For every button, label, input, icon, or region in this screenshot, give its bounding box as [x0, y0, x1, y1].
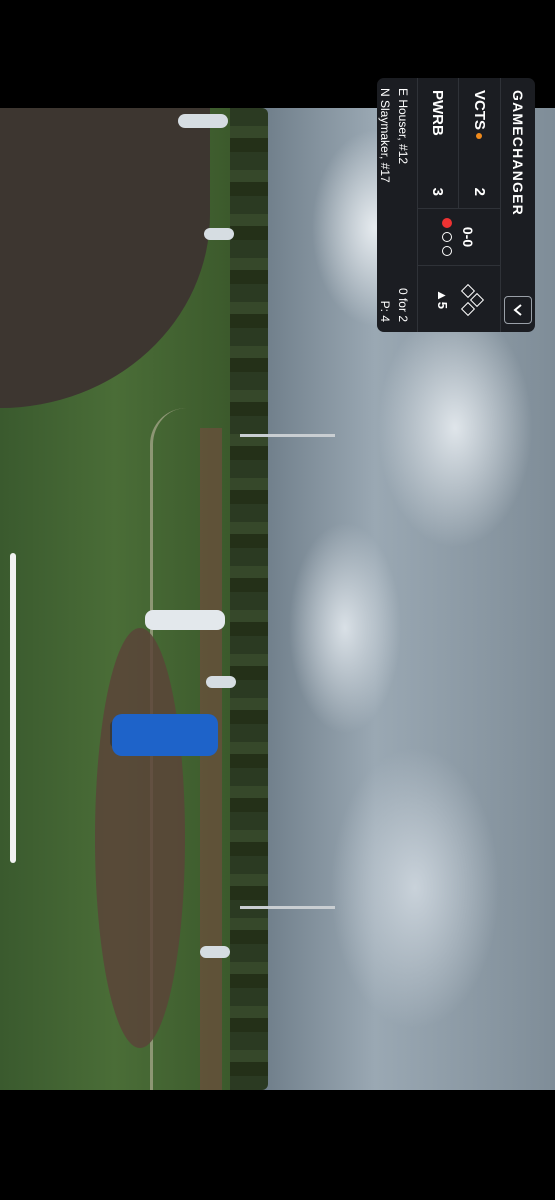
out-dot — [442, 232, 452, 242]
light-pole — [240, 434, 335, 437]
scoreboard-body: VCTS 2 PWRB 3 0-0 ▲5 — [417, 78, 500, 332]
batter-name: E Houser, #12 — [396, 88, 411, 165]
home-plate-area — [95, 628, 185, 1048]
pitch-count: P: 4 — [378, 300, 393, 322]
second-base — [470, 292, 485, 308]
team-score: 3 — [429, 187, 446, 196]
bases-column: ▲5 — [418, 266, 500, 332]
inning-indicator: ▲5 — [435, 288, 451, 310]
pitcher-row: N Slaymaker, #17 P: 4 — [379, 88, 393, 322]
outs-indicator — [442, 218, 452, 256]
treeline — [228, 108, 268, 1090]
team-score: 2 — [471, 187, 488, 196]
out-dot — [442, 218, 452, 228]
out-dot — [442, 246, 452, 256]
baseball-field — [0, 108, 230, 1090]
chevron-down-icon — [513, 304, 522, 316]
expand-button[interactable] — [504, 296, 532, 324]
bases-diamond-icon — [457, 283, 485, 317]
player — [206, 676, 236, 688]
video-scrub-bar[interactable] — [10, 553, 16, 863]
scoreboard-overlay: GAMECHANGER VCTS 2 PWRB 3 0-0 ▲5 E House… — [372, 78, 535, 332]
umpire — [112, 714, 218, 756]
batting-indicator-icon — [475, 133, 482, 140]
brand-title: GAMECHANGER — [510, 90, 526, 216]
team-abbr: PWRB — [429, 90, 446, 136]
scoreboard-header: GAMECHANGER — [500, 78, 535, 332]
player — [204, 228, 234, 240]
scoreboard-footer: E Houser, #12 0 for 2 N Slaymaker, #17 P… — [372, 78, 418, 332]
batter-row: E Houser, #12 0 for 2 — [397, 88, 411, 322]
player — [178, 114, 228, 128]
team-abbr: VCTS — [471, 90, 488, 131]
outfield-dirt — [0, 108, 210, 408]
batter-stat: 0 for 2 — [396, 287, 411, 322]
light-pole — [240, 906, 335, 909]
team-scores: VCTS 2 PWRB 3 — [417, 78, 500, 209]
team-row-home: PWRB 3 — [417, 78, 459, 208]
batter — [145, 610, 225, 630]
team-row-away: VCTS 2 — [459, 78, 500, 208]
scoreboard-panel: GAMECHANGER VCTS 2 PWRB 3 0-0 ▲5 E House… — [372, 78, 535, 332]
pitcher-name: N Slaymaker, #17 — [378, 88, 393, 183]
ball-strike-count: 0-0 — [460, 226, 476, 248]
bottom-letterbox — [0, 1090, 555, 1200]
player — [200, 946, 230, 958]
count-column: 0-0 — [418, 209, 500, 266]
